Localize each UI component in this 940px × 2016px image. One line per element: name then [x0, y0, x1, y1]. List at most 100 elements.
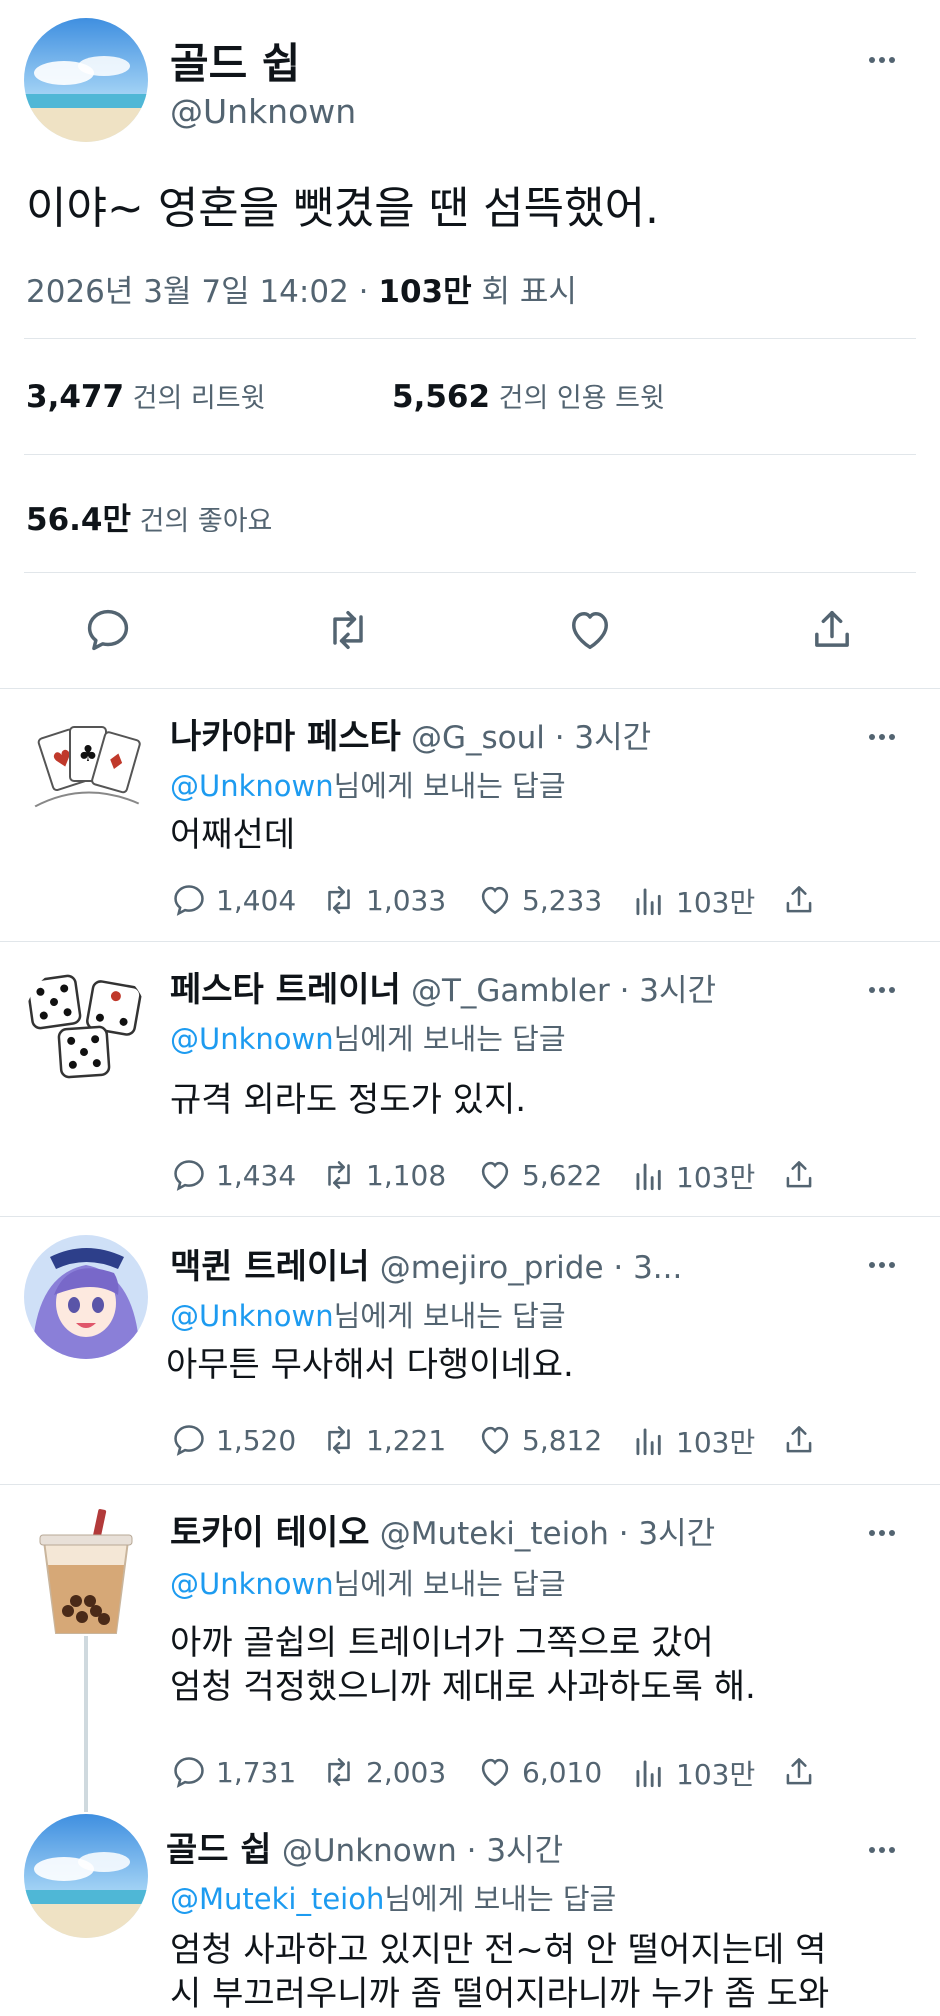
author-name[interactable]: 맥퀸 트레이너 — [170, 1247, 370, 1287]
reply-header: 맥퀸 트레이너 @mejiro_pride · 3... — [170, 1239, 682, 1288]
author-name[interactable]: 골드 쉽 — [170, 30, 301, 91]
share-icon[interactable] — [780, 1753, 818, 1791]
reply-count[interactable]: 1,434 — [170, 1156, 296, 1194]
reply-to: @Unknown님에게 보내는 답글 — [170, 1022, 566, 1056]
more-options-icon[interactable] — [862, 1523, 902, 1543]
author-handle[interactable]: @Unknown · 3시간 — [282, 1833, 563, 1869]
analytics-icon — [636, 1760, 661, 1788]
view-count[interactable]: 103만 — [630, 1156, 755, 1196]
like-icon[interactable] — [564, 604, 616, 656]
reply-header: 페스타 트레이너 @T_Gambler · 3시간 — [170, 962, 716, 1011]
view-count[interactable]: 103만 — [630, 1421, 755, 1461]
retweet-icon — [328, 886, 350, 914]
reply-to: @Unknown님에게 보내는 답글 — [170, 769, 566, 803]
divider — [24, 338, 916, 339]
more-options-icon[interactable] — [862, 50, 902, 70]
analytics-icon — [636, 1428, 661, 1456]
reply-to-handle[interactable]: @Muteki_teioh — [170, 1882, 384, 1916]
reply-icon — [174, 1757, 204, 1788]
avatar[interactable] — [24, 1235, 148, 1359]
view-count: 103만 — [378, 274, 472, 310]
view-count[interactable]: 103만 — [630, 881, 755, 921]
reply-tweet[interactable]: 맥퀸 트레이너 @mejiro_pride · 3... @Unknown님에게… — [0, 1217, 940, 1484]
reply-count[interactable]: 1,520 — [170, 1421, 296, 1459]
author-name[interactable]: 골드 쉽 — [166, 1830, 272, 1870]
quote-stat[interactable]: 5,562 건의 인용 트윗 — [392, 376, 665, 415]
author-handle[interactable]: @mejiro_pride · 3... — [380, 1250, 683, 1286]
author-handle[interactable]: @Muteki_teioh · 3시간 — [380, 1516, 715, 1552]
retweet-icon[interactable] — [322, 604, 374, 656]
reply-tweet[interactable]: 토카이 테이오 @Muteki_teioh · 3시간 @Unknown님에게 … — [0, 1485, 940, 1815]
author-handle[interactable]: @G_soul · 3시간 — [411, 720, 651, 756]
avatar[interactable] — [24, 18, 148, 142]
tweet-date[interactable]: 2026년 3월 7일 14:02 · — [26, 274, 378, 310]
reply-count[interactable]: 1,404 — [170, 881, 296, 919]
reply-to-handle[interactable]: @Unknown — [170, 1022, 334, 1056]
analytics-icon — [636, 1163, 661, 1191]
reply-icon — [174, 1425, 204, 1456]
like-count[interactable]: 6,010 — [476, 1753, 602, 1791]
view-label: 회 표시 — [471, 274, 577, 310]
like-icon — [481, 886, 509, 915]
avatar[interactable] — [24, 1814, 148, 1938]
reply-icon[interactable] — [82, 604, 134, 656]
analytics-icon — [636, 888, 661, 916]
reply-tweet[interactable]: 페스타 트레이너 @T_Gambler · 3시간 @Unknown님에게 보내… — [0, 942, 940, 1216]
avatar[interactable] — [24, 962, 148, 1086]
more-options-icon[interactable] — [862, 727, 902, 747]
retweet-stat[interactable]: 3,477 건의 리트윗 — [26, 376, 265, 415]
share-icon[interactable] — [806, 604, 858, 656]
reply-stats: 1,434 1,108 5,622 103만 — [170, 1156, 830, 1196]
reply-stats: 1,520 1,221 5,812 103만 — [170, 1421, 830, 1461]
reply-header: 토카이 테이오 @Muteki_teioh · 3시간 — [170, 1505, 715, 1554]
reply-text: 규격 외라도 정도가 있지. — [170, 1080, 527, 1120]
reply-text: 아까 골쉽의 트레이너가 그쪽으로 갔어 엄청 걱정했으니까 제대로 사과하도록… — [170, 1623, 756, 1707]
author-handle[interactable]: @Unknown — [170, 92, 356, 131]
share-icon[interactable] — [780, 881, 818, 919]
author-handle[interactable]: @T_Gambler · 3시간 — [411, 973, 716, 1009]
retweet-count[interactable]: 2,003 — [320, 1753, 446, 1791]
avatar[interactable] — [24, 1505, 148, 1635]
retweet-icon — [328, 1426, 350, 1454]
retweet-count[interactable]: 1,033 — [320, 881, 446, 919]
reply-count[interactable]: 1,731 — [170, 1753, 296, 1791]
more-options-icon[interactable] — [862, 980, 902, 1000]
reply-text: 어째선데 — [170, 815, 296, 855]
view-count[interactable]: 103만 — [630, 1753, 755, 1793]
author-name[interactable]: 토카이 테이오 — [170, 1513, 370, 1553]
tweet-actions — [0, 600, 940, 660]
like-count[interactable]: 5,812 — [476, 1421, 602, 1459]
tweet-detail-page: 골드 쉽 @Unknown 이야~ 영혼을 뺏겼을 땐 섬뜩했어. 2026년 … — [0, 0, 940, 2014]
divider — [24, 454, 916, 455]
like-icon — [481, 1161, 509, 1190]
share-icon[interactable] — [780, 1421, 818, 1459]
reply-to-handle[interactable]: @Unknown — [170, 769, 334, 803]
retweet-count[interactable]: 1,221 — [320, 1421, 446, 1459]
reply-to-handle[interactable]: @Unknown — [170, 1567, 334, 1601]
retweet-count[interactable]: 1,108 — [320, 1156, 446, 1194]
reply-tweet[interactable]: ♥ ♣ ♦ 나카야마 페스타 @G_soul · 3시간 @Unknown님에게… — [0, 689, 940, 941]
reply-stats: 1,731 2,003 6,010 103만 — [170, 1753, 830, 1793]
reply-to: @Muteki_teioh님에게 보내는 답글 — [170, 1882, 617, 1916]
author-name[interactable]: 나카야마 페스타 — [170, 717, 401, 757]
author-name[interactable]: 페스타 트레이너 — [170, 970, 401, 1010]
more-options-icon[interactable] — [862, 1255, 902, 1275]
reply-header: 골드 쉽 @Unknown · 3시간 — [166, 1822, 563, 1871]
like-count[interactable]: 5,233 — [476, 881, 602, 919]
like-icon — [481, 1758, 509, 1787]
retweet-icon — [328, 1758, 350, 1786]
tweet-meta: 2026년 3월 7일 14:02 · 103만 회 표시 — [26, 266, 577, 311]
svg-text:♣: ♣ — [78, 742, 98, 767]
retweet-icon — [328, 1161, 350, 1189]
reply-tweet[interactable]: 골드 쉽 @Unknown · 3시간 @Muteki_teioh님에게 보내는… — [0, 1812, 940, 2014]
like-count[interactable]: 5,622 — [476, 1156, 602, 1194]
reply-to: @Unknown님에게 보내는 답글 — [170, 1567, 566, 1601]
avatar[interactable]: ♥ ♣ ♦ — [24, 709, 148, 833]
more-options-icon[interactable] — [862, 1840, 902, 1860]
like-icon — [481, 1426, 509, 1455]
reply-to-handle[interactable]: @Unknown — [170, 1299, 334, 1333]
divider — [24, 572, 916, 573]
tweet-text: 이야~ 영혼을 뺏겼을 땐 섬뜩했어. — [26, 183, 660, 234]
reply-text: 아무튼 무사해서 다행이네요. — [166, 1345, 574, 1385]
share-icon[interactable] — [780, 1156, 818, 1194]
